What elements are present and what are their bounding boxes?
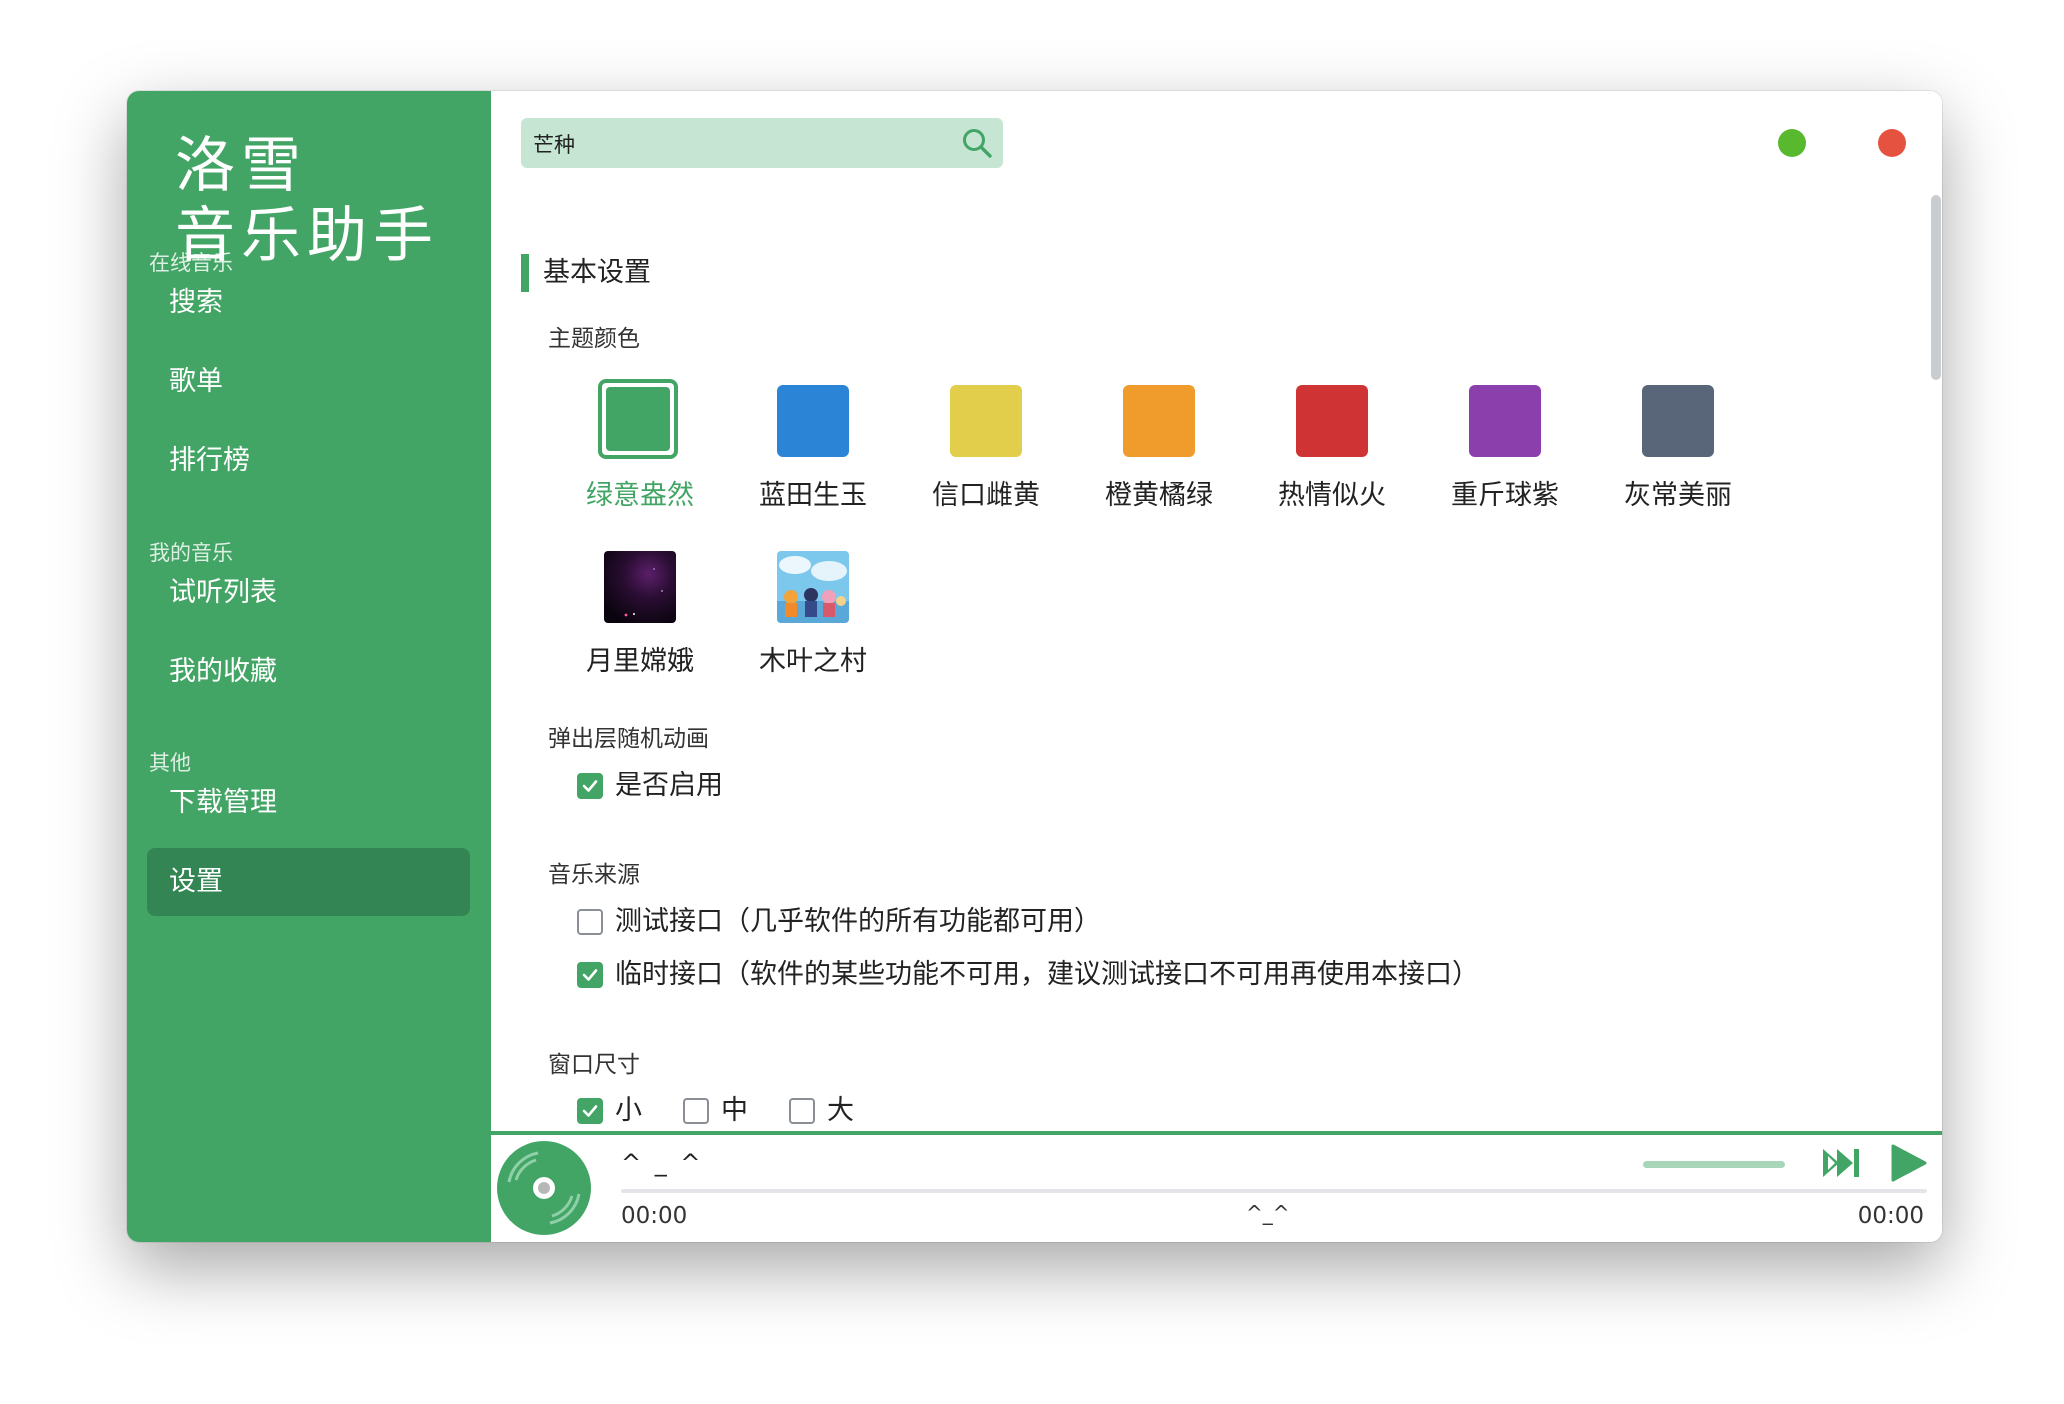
sidebar-item-settings[interactable]: 设置 bbox=[147, 848, 470, 916]
app-window: 洛雪 音乐助手 在线音乐 搜索 歌单 排行榜 我的音乐 试听列表 我的收藏 其他… bbox=[127, 91, 1942, 1242]
scrollbar-thumb[interactable] bbox=[1931, 195, 1941, 380]
lyric-text: ^_^ bbox=[1246, 1201, 1290, 1225]
search-input[interactable] bbox=[531, 118, 935, 170]
theme-option-yellow[interactable]: 信口雌黄 bbox=[904, 385, 1054, 525]
checkbox-label: 小 bbox=[615, 1095, 642, 1126]
night-sky-image bbox=[604, 551, 676, 623]
sidebar-item-label: 试听列表 bbox=[169, 577, 277, 608]
current-time: 00:00 bbox=[621, 1203, 688, 1229]
sidebar-item-playlists[interactable]: 歌单 bbox=[147, 348, 470, 416]
theme-swatch bbox=[1469, 385, 1541, 457]
animation-title: 弹出层随机动画 bbox=[548, 726, 709, 752]
checkbox-label: 测试接口（几乎软件的所有功能都可用） bbox=[615, 906, 1101, 937]
theme-option-gray[interactable]: 灰常美丽 bbox=[1596, 385, 1746, 525]
theme-label: 橙黄橘绿 bbox=[1105, 480, 1213, 511]
progress-bar[interactable] bbox=[621, 1189, 1927, 1193]
theme-option-konoha[interactable]: 木叶之村 bbox=[731, 551, 881, 691]
checkbox-label: 临时接口（软件的某些功能不可用，建议测试接口不可用再使用本接口） bbox=[615, 959, 1479, 990]
checkbox-label: 大 bbox=[827, 1095, 854, 1126]
checkbox-checked[interactable] bbox=[577, 962, 603, 988]
close-button[interactable] bbox=[1878, 129, 1906, 157]
checkbox-checked[interactable] bbox=[577, 773, 603, 799]
sidebar-item-label: 搜索 bbox=[169, 287, 223, 318]
theme-option-purple[interactable]: 重斤球紫 bbox=[1423, 385, 1573, 525]
theme-swatch bbox=[598, 379, 678, 459]
next-track-icon[interactable] bbox=[1821, 1145, 1863, 1181]
window-size-title: 窗口尺寸 bbox=[548, 1052, 640, 1078]
theme-label: 信口雌黄 bbox=[932, 480, 1040, 511]
sidebar-item-favorites[interactable]: 我的收藏 bbox=[147, 638, 470, 706]
anime-characters-image bbox=[777, 551, 849, 623]
theme-color-title: 主题颜色 bbox=[548, 326, 640, 352]
theme-option-moon[interactable]: 月里嫦娥 bbox=[558, 551, 708, 691]
theme-swatch bbox=[950, 385, 1022, 457]
sidebar-item-search[interactable]: 搜索 bbox=[147, 269, 470, 337]
checkbox-label: 是否启用 bbox=[615, 770, 723, 801]
checkbox-label: 中 bbox=[721, 1095, 748, 1126]
checkbox-unchecked[interactable] bbox=[683, 1098, 709, 1124]
theme-swatch bbox=[1123, 385, 1195, 457]
total-time: 00:00 bbox=[1857, 1203, 1924, 1229]
theme-label: 热情似火 bbox=[1278, 480, 1386, 511]
theme-option-orange[interactable]: 橙黄橘绿 bbox=[1077, 385, 1227, 525]
sidebar-item-downloads[interactable]: 下载管理 bbox=[147, 769, 470, 837]
theme-label: 绿意盎然 bbox=[586, 480, 694, 511]
logo-line-1: 洛雪 bbox=[175, 131, 307, 201]
checkbox-unchecked[interactable] bbox=[577, 909, 603, 935]
sidebar-item-label: 我的收藏 bbox=[169, 656, 277, 687]
theme-label: 蓝田生玉 bbox=[759, 480, 867, 511]
theme-swatch bbox=[1296, 385, 1368, 457]
section-title: 基本设置 bbox=[521, 254, 651, 292]
sidebar-item-label: 排行榜 bbox=[169, 445, 250, 476]
sidebar-item-label: 歌单 bbox=[169, 366, 223, 397]
search-icon[interactable] bbox=[961, 127, 993, 159]
sidebar-item-charts[interactable]: 排行榜 bbox=[147, 427, 470, 495]
theme-label: 重斤球紫 bbox=[1451, 480, 1559, 511]
theme-label: 木叶之村 bbox=[759, 646, 867, 677]
search-box bbox=[521, 118, 1003, 170]
theme-option-blue[interactable]: 蓝田生玉 bbox=[731, 385, 881, 525]
minimize-button[interactable] bbox=[1778, 129, 1806, 157]
song-title: ^ _ ^ bbox=[621, 1149, 704, 1177]
vinyl-disc-icon[interactable] bbox=[496, 1140, 592, 1236]
player-bar: ^ _ ^ 00:00 ^_^ 00:00 bbox=[491, 1131, 1942, 1242]
main-content: 基本设置 主题颜色 绿意盎然 蓝田生玉 信口雌黄 橙黄橘绿 热情似火 重斤球紫 bbox=[491, 91, 1942, 1131]
theme-option-green[interactable]: 绿意盎然 bbox=[558, 379, 708, 525]
sidebar-item-label: 下载管理 bbox=[169, 787, 277, 818]
theme-label: 月里嫦娥 bbox=[586, 646, 694, 677]
theme-label: 灰常美丽 bbox=[1624, 480, 1732, 511]
checkbox-checked[interactable] bbox=[577, 1098, 603, 1124]
play-icon[interactable] bbox=[1889, 1143, 1927, 1183]
checkbox-unchecked[interactable] bbox=[789, 1098, 815, 1124]
theme-option-red[interactable]: 热情似火 bbox=[1250, 385, 1400, 525]
volume-slider[interactable] bbox=[1643, 1161, 1785, 1168]
sidebar: 洛雪 音乐助手 在线音乐 搜索 歌单 排行榜 我的音乐 试听列表 我的收藏 其他… bbox=[127, 91, 491, 1242]
sidebar-item-trial-list[interactable]: 试听列表 bbox=[147, 559, 470, 627]
theme-swatch bbox=[1642, 385, 1714, 457]
sidebar-item-label: 设置 bbox=[169, 866, 223, 897]
music-source-title: 音乐来源 bbox=[548, 862, 640, 888]
theme-swatch bbox=[777, 385, 849, 457]
